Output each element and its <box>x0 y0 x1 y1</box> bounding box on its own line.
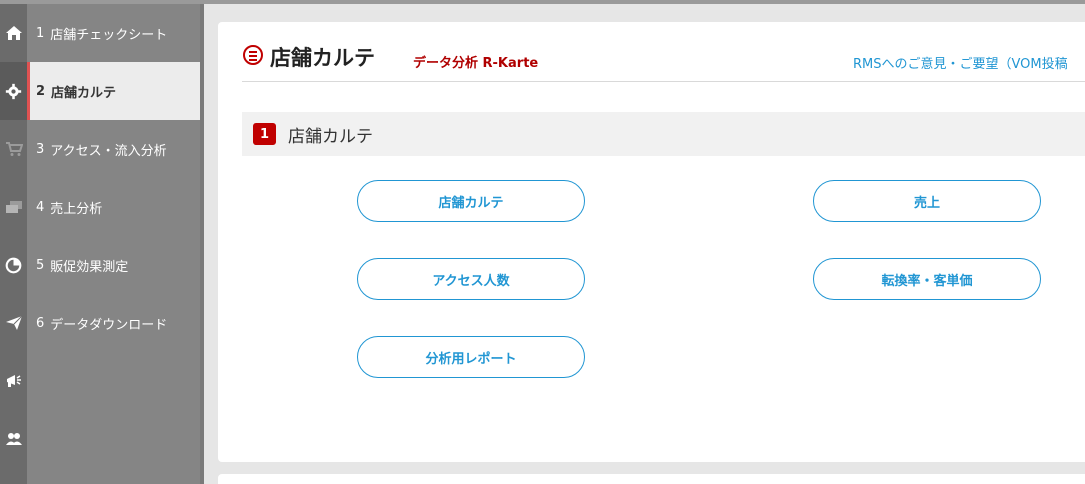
feedback-link[interactable]: RMSへのご意見・ご要望（VOM投稿 <box>853 53 1068 72</box>
sidebar-item-promotion[interactable]: 5 販促効果測定 <box>27 236 200 294</box>
sidebar: 1 店舗チェックシート 2 店舗カルテ 3 アクセス・流入分析 4 売上分析 5… <box>27 4 204 484</box>
sidebar-item-number: 1 <box>36 25 45 41</box>
sales-button[interactable]: 売上 <box>813 180 1041 222</box>
sidebar-item-number: 5 <box>36 257 45 273</box>
main-card: 店舗カルテ データ分析 R-Karte RMSへのご意見・ご要望（VOM投稿 1… <box>218 22 1085 462</box>
icon-rail <box>0 4 27 484</box>
conversion-rate-button[interactable]: 転換率・客単価 <box>813 258 1041 300</box>
sidebar-item-store-karte[interactable]: 2 店舗カルテ <box>27 62 200 120</box>
sidebar-item-number: 6 <box>36 315 45 331</box>
access-count-button[interactable]: アクセス人数 <box>357 258 585 300</box>
section-title: 店舗カルテ <box>288 127 373 147</box>
users-icon[interactable] <box>0 410 27 468</box>
section-number-badge: 1 <box>253 123 276 145</box>
home-icon[interactable] <box>0 4 27 62</box>
megaphone-icon[interactable] <box>0 352 27 410</box>
sidebar-item-label: 店舗チェックシート <box>50 27 168 43</box>
next-card <box>218 474 1085 484</box>
sidebar-item-label: データダウンロード <box>50 317 168 333</box>
sidebar-item-access-analysis[interactable]: 3 アクセス・流入分析 <box>27 120 200 178</box>
sidebar-item-label: アクセス・流入分析 <box>50 143 167 159</box>
paper-plane-icon[interactable] <box>0 294 27 352</box>
sidebar-item-number: 4 <box>36 199 45 215</box>
sidebar-edge <box>200 4 204 484</box>
sidebar-item-data-download[interactable]: 6 データダウンロード <box>27 294 200 352</box>
sidebar-item-label: 店舗カルテ <box>51 85 117 101</box>
sidebar-item-label: 販促効果測定 <box>50 259 129 275</box>
store-karte-button[interactable]: 店舗カルテ <box>357 180 585 222</box>
sidebar-item-number: 2 <box>36 83 46 99</box>
sidebar-item-label: 売上分析 <box>50 201 103 217</box>
section-header: 1 店舗カルテ <box>242 112 1085 156</box>
page-header: 店舗カルテ データ分析 R-Karte RMSへのご意見・ご要望（VOM投稿 <box>242 44 1085 82</box>
money-icon[interactable] <box>0 178 27 236</box>
list-icon <box>243 45 263 65</box>
sidebar-item-check-sheet[interactable]: 1 店舗チェックシート <box>27 4 200 62</box>
analysis-report-button[interactable]: 分析用レポート <box>357 336 585 378</box>
sidebar-item-sales-analysis[interactable]: 4 売上分析 <box>27 178 200 236</box>
page-title: 店舗カルテ <box>270 46 375 70</box>
gear-icon[interactable] <box>0 62 27 120</box>
sidebar-item-number: 3 <box>36 141 45 157</box>
page-subtitle: データ分析 R-Karte <box>413 56 539 71</box>
cart-icon[interactable] <box>0 120 27 178</box>
pie-chart-icon[interactable] <box>0 236 27 294</box>
